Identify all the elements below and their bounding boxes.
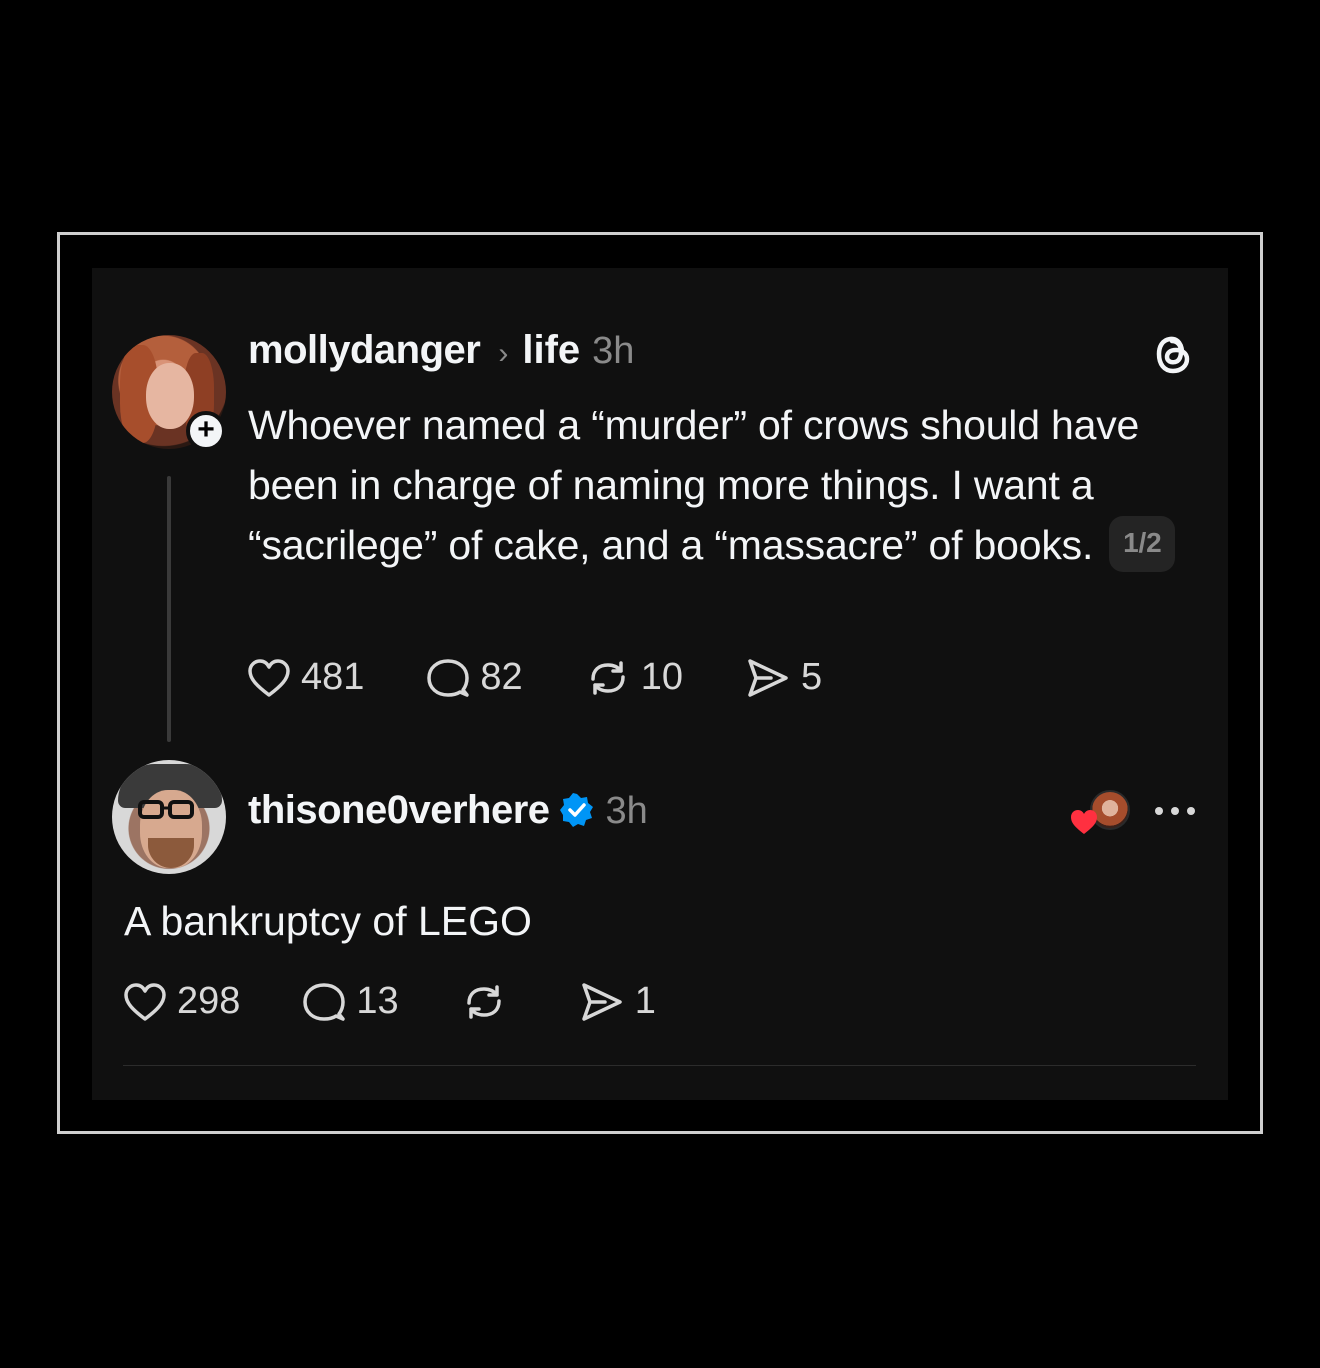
topic-tag[interactable]: life [522, 328, 580, 373]
repost-icon [590, 660, 625, 695]
reply-author-avatar[interactable] [112, 760, 226, 874]
post-text: Whoever named a “murder” of crows should… [248, 402, 1140, 568]
reply-share-button[interactable]: 1 [579, 980, 656, 1023]
post-body: Whoever named a “murder” of crows should… [248, 395, 1208, 576]
reply-count: 82 [480, 656, 523, 698]
post-timestamp: 3h [592, 330, 635, 372]
thread-connector-line [167, 476, 171, 742]
threads-post-card: + mollydanger › life 3h Whoever named a … [92, 268, 1228, 1100]
reply-repost-button[interactable] [461, 981, 517, 1023]
share-button[interactable]: 5 [745, 656, 822, 699]
like-button[interactable]: 481 [247, 656, 364, 699]
repost-button[interactable]: 10 [585, 656, 683, 699]
reply-timestamp: 3h [605, 790, 648, 832]
like-count: 481 [301, 656, 365, 698]
repost-icon [466, 984, 501, 1019]
reply-button[interactable]: 82 [426, 656, 523, 699]
reply-like-count: 298 [177, 980, 241, 1022]
chevron-right-icon: › [498, 337, 509, 370]
reply-author-username[interactable]: thisone0verhere [248, 788, 550, 833]
reply-like-button[interactable]: 298 [123, 980, 240, 1023]
reply-header: thisone0verhere 3h [248, 788, 648, 842]
heart-icon [248, 658, 290, 697]
divider [123, 1065, 1196, 1066]
send-icon [581, 982, 622, 1021]
threads-icon[interactable] [1149, 329, 1197, 379]
glasses-shape [138, 800, 194, 819]
reply-reply-count: 13 [356, 980, 399, 1022]
author-username[interactable]: mollydanger [248, 328, 481, 373]
thread-page-indicator[interactable]: 1/2 [1109, 516, 1176, 573]
verified-badge-icon [559, 793, 593, 827]
reply-text: A bankruptcy of LEGO [124, 898, 532, 944]
more-options-icon[interactable] [1150, 796, 1200, 826]
comment-icon [303, 982, 346, 1021]
reply-reply-button[interactable]: 13 [302, 980, 399, 1023]
share-count: 5 [800, 656, 823, 698]
reply-actions: 298 13 1 [123, 980, 718, 1023]
heart-icon [124, 982, 166, 1021]
heart-icon [1071, 810, 1097, 834]
send-icon [748, 658, 788, 697]
repost-count: 10 [640, 656, 683, 698]
post-actions: 481 82 10 5 [247, 656, 884, 699]
reply-share-count: 1 [634, 980, 656, 1022]
post-header: mollydanger › life 3h [248, 328, 634, 382]
follow-plus-icon[interactable]: + [186, 411, 226, 451]
comment-icon [427, 658, 470, 697]
